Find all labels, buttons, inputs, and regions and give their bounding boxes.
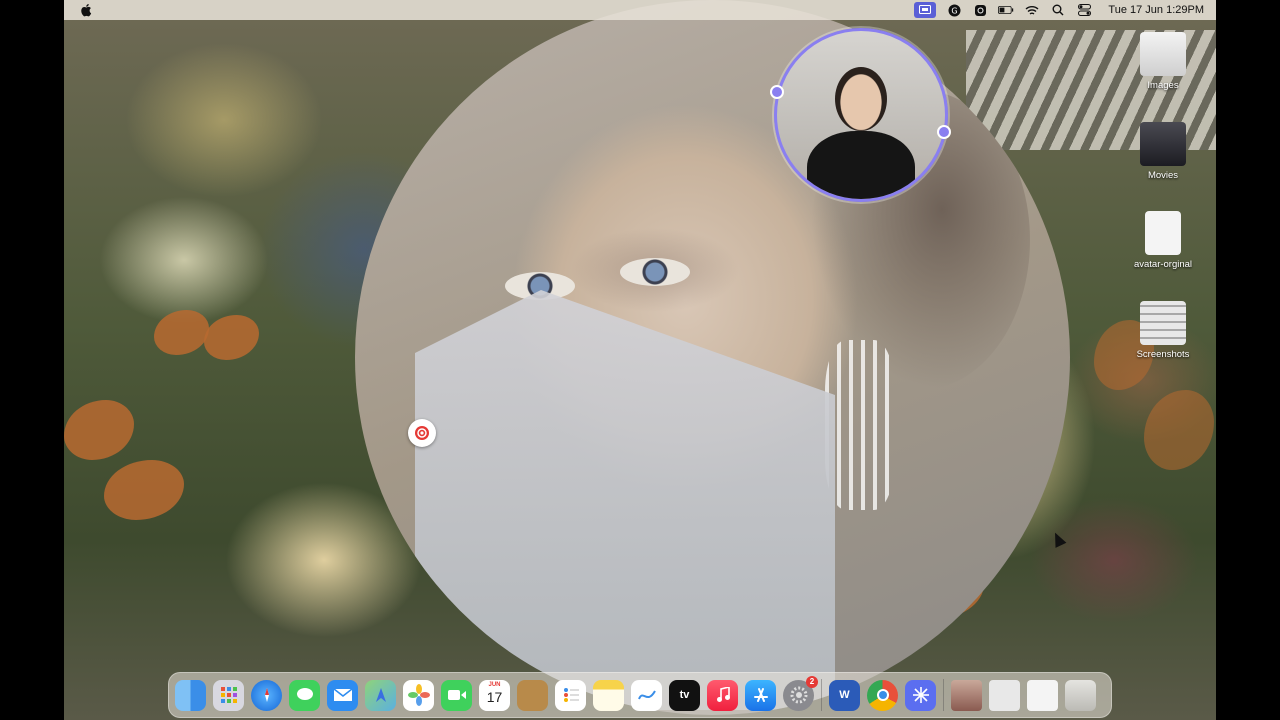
dock-recent-item-thumbnail[interactable] (951, 679, 982, 711)
dock-recent-item-thumbnail[interactable] (989, 679, 1020, 711)
dock-music-icon[interactable] (707, 679, 738, 711)
dock-calendar-icon[interactable]: JUN 17 (479, 679, 510, 711)
dock-spark-icon[interactable] (905, 679, 936, 711)
calendar-month: JUN (488, 681, 501, 688)
dock-messages-icon[interactable] (289, 679, 320, 711)
dock-safari-icon[interactable] (251, 679, 282, 711)
folder-screenshots-icon (1140, 301, 1186, 345)
wallpaper-butterfly (64, 400, 204, 530)
apple-logo-icon[interactable] (80, 3, 94, 17)
dock-word-icon[interactable]: W (829, 679, 860, 711)
portrait-eye (620, 258, 690, 286)
dock-finder-icon[interactable] (175, 679, 206, 711)
settings-icon[interactable] (972, 3, 988, 17)
desktop-icon-label: Images (1147, 80, 1179, 91)
svg-text:G: G (951, 6, 957, 15)
dock-app-store-icon[interactable] (745, 679, 776, 711)
record-icon (415, 426, 429, 440)
presenter-body (807, 131, 915, 199)
folder-movies-icon (1140, 122, 1186, 166)
dock-separator (821, 679, 822, 711)
desktop-icon-label: Movies (1147, 170, 1179, 181)
desktop-icon-label: Screenshots (1136, 349, 1190, 360)
camera-resize-handle[interactable] (937, 125, 951, 139)
control-center-icon[interactable] (1076, 3, 1092, 17)
presenter-face (835, 67, 887, 131)
dock-mail-icon[interactable] (327, 679, 358, 711)
menu-bar: G Tue 17 Jun 1:29PM (64, 0, 1216, 20)
dock-system-settings-icon[interactable]: 2 (783, 675, 818, 711)
wallpaper-portrait-circle (355, 0, 1070, 715)
dock-recent-item-thumbnail[interactable] (1027, 679, 1058, 711)
dock-facetime-icon[interactable] (441, 679, 472, 711)
dock-photos-icon[interactable] (403, 679, 434, 711)
tv-icon-label: tv (679, 689, 690, 701)
dock-maps-icon[interactable] (365, 679, 396, 711)
settings-notification-badge: 2 (806, 675, 818, 688)
dock-notes-icon[interactable] (593, 679, 624, 711)
desktop-icon-avatar-orginal[interactable]: avatar-orginal (1123, 211, 1203, 270)
dock-trash-icon[interactable] (1065, 679, 1096, 711)
desktop-icon-label: avatar-orginal (1133, 259, 1193, 270)
dock-notes-brown-icon[interactable] (517, 679, 548, 711)
screen-record-icon[interactable] (914, 2, 937, 18)
camera-bubble[interactable] (774, 28, 948, 202)
word-icon-label: W (839, 689, 850, 701)
record-button[interactable] (408, 419, 436, 447)
grammarly-icon[interactable]: G (946, 3, 962, 17)
desktop-icon-movies[interactable]: Movies (1123, 122, 1203, 181)
dock-separator (943, 679, 944, 711)
wallpaper-butterfly (154, 310, 264, 400)
battery-icon[interactable] (998, 3, 1014, 17)
camera-resize-handle[interactable] (770, 85, 784, 99)
portrait-paper-overlay (415, 290, 835, 710)
search-icon[interactable] (1050, 3, 1066, 17)
dock-reminders-icon[interactable] (555, 679, 586, 711)
dock-launchpad-icon[interactable] (213, 679, 244, 711)
folder-images-icon (1140, 32, 1186, 76)
wifi-icon[interactable] (1024, 3, 1040, 17)
desktop-icon-screenshots[interactable]: Screenshots (1123, 301, 1203, 360)
calendar-day: 17 (486, 688, 503, 705)
menu-bar-clock[interactable]: Tue 17 Jun 1:29PM (1108, 4, 1204, 16)
dock-chrome-icon[interactable] (867, 679, 898, 711)
status-menu-area: G Tue 17 Jun 1:29PM (914, 2, 1204, 18)
document-file-icon (1145, 211, 1181, 255)
desktop-icon-images[interactable]: Images (1123, 32, 1203, 91)
dock-freeform-icon[interactable] (631, 679, 662, 711)
dock-tv-icon[interactable]: tv (669, 679, 700, 711)
dock: JUN 17 tv 2 W (168, 672, 1112, 718)
portrait-earring (825, 340, 895, 510)
